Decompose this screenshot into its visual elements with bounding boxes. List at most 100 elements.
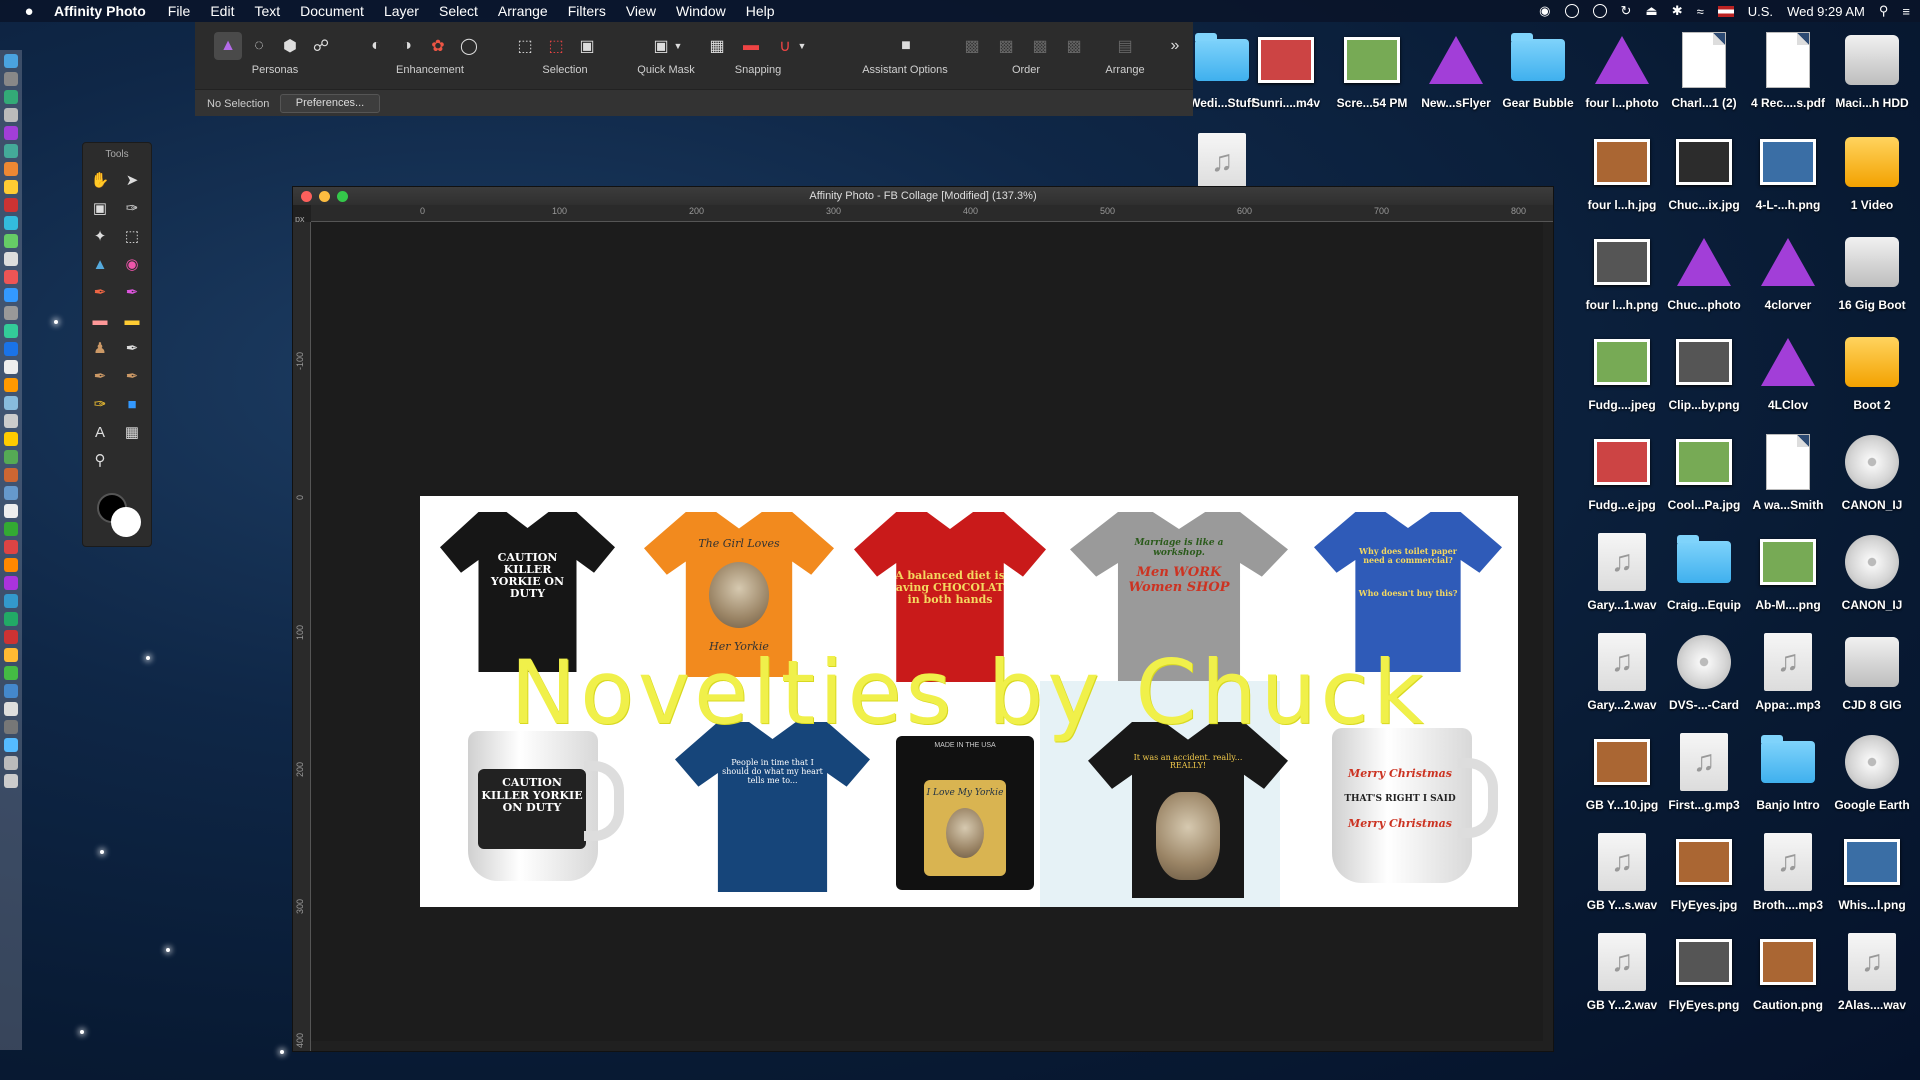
menu-view[interactable]: View	[626, 3, 656, 19]
contrast-icon[interactable]: ◑	[393, 32, 421, 60]
desktop-icon[interactable]: four l...h.jpg	[1580, 134, 1664, 212]
develop-persona-icon[interactable]: ⬢	[276, 32, 304, 60]
grid-snapping-icon[interactable]: ▦	[703, 32, 731, 60]
vertical-ruler[interactable]: -100 0 100 200 300 400	[293, 222, 311, 1051]
dock-app-icon[interactable]	[4, 162, 18, 176]
dock-app-icon[interactable]	[4, 108, 18, 122]
desktop-icon[interactable]: DVS-...-Card	[1662, 634, 1746, 712]
dock-app-icon[interactable]	[4, 468, 18, 482]
b-status-icon[interactable]	[1592, 4, 1607, 18]
dock-app-icon[interactable]	[4, 324, 18, 338]
dock-app-icon[interactable]	[4, 72, 18, 86]
secondary-color-swatch[interactable]	[111, 507, 141, 537]
dock-app-icon[interactable]	[4, 180, 18, 194]
desktop-icon[interactable]: ♫ First...g.mp3	[1662, 733, 1746, 812]
photo-persona-icon[interactable]: ▲	[214, 32, 242, 60]
desktop-icon[interactable]: four l...photo	[1580, 32, 1664, 110]
menu-file[interactable]: File	[168, 3, 191, 19]
smudge-brush-tool-icon[interactable]: ✒	[118, 335, 146, 361]
pen-tool-icon[interactable]: ✑	[86, 391, 114, 417]
flood-fill-tool-icon[interactable]: ▲	[86, 251, 114, 277]
overflow-chevron-icon[interactable]: »	[1165, 32, 1185, 60]
desktop-icon[interactable]: Cool...Pa.jpg	[1662, 434, 1746, 512]
dock-app-icon[interactable]	[4, 486, 18, 500]
dock-app-icon[interactable]	[4, 396, 18, 410]
status-icon[interactable]	[1564, 4, 1579, 18]
levels-icon[interactable]: ◐	[362, 32, 390, 60]
color-replacement-tool-icon[interactable]: ✒	[118, 279, 146, 305]
flag-icon[interactable]	[1717, 5, 1734, 17]
dock-app-icon[interactable]	[4, 630, 18, 644]
app-menu[interactable]: Affinity Photo	[54, 3, 146, 19]
dock-app-icon[interactable]	[4, 594, 18, 608]
desktop-icon[interactable]: Sunri....m4v	[1244, 32, 1328, 110]
menu-layer[interactable]: Layer	[384, 3, 419, 19]
desktop-icon[interactable]: Craig...Equip	[1662, 534, 1746, 612]
desktop-icon[interactable]: 1 Video	[1830, 134, 1914, 212]
color-swatches[interactable]	[97, 493, 141, 537]
blur-brush-tool-icon[interactable]: ✒	[86, 363, 114, 389]
quick-mask-dropdown-icon[interactable]: ▼	[671, 32, 685, 60]
input-source[interactable]: U.S.	[1748, 4, 1773, 19]
white-balance-icon[interactable]: ◯	[455, 32, 483, 60]
dodge-brush-tool-icon[interactable]: ▬	[118, 307, 146, 333]
desktop-icon[interactable]: CANON_IJ	[1830, 434, 1914, 512]
export-persona-icon[interactable]: ☍	[307, 32, 335, 60]
dock-app-icon[interactable]	[4, 684, 18, 698]
dock-app-icon[interactable]	[4, 414, 18, 428]
view-tool-hand-icon[interactable]: ✋	[86, 167, 114, 193]
deselect-icon[interactable]: ⬚	[542, 32, 570, 60]
inpainting-brush-tool-icon[interactable]: ✒	[118, 363, 146, 389]
preferences-button[interactable]: Preferences...	[280, 94, 380, 113]
snapping-dropdown-icon[interactable]: ▼	[795, 32, 809, 60]
move-front-icon[interactable]: ▩	[1060, 32, 1088, 60]
desktop-icon[interactable]: Charl...1 (2)	[1662, 32, 1746, 110]
dock-app-icon[interactable]	[4, 720, 18, 734]
menu-document[interactable]: Document	[300, 3, 364, 19]
assistant-icon[interactable]: ■	[892, 32, 920, 60]
dock-app-icon[interactable]	[4, 612, 18, 626]
dock-app-icon[interactable]	[4, 702, 18, 716]
desktop-icon[interactable]: four l...h.png	[1580, 234, 1664, 312]
trash-icon[interactable]	[4, 774, 18, 788]
dock-app-icon[interactable]	[4, 378, 18, 392]
dock-app-icon[interactable]	[4, 648, 18, 662]
clock[interactable]: Wed 9:29 AM	[1787, 4, 1865, 19]
desktop-icon[interactable]: ♫ Appa:..mp3	[1746, 633, 1830, 712]
desktop-icon[interactable]: Gear Bubble	[1496, 32, 1580, 110]
desktop-icon[interactable]: Scre...54 PM	[1330, 32, 1414, 110]
invert-selection-icon[interactable]: ▣	[573, 32, 601, 60]
menu-window[interactable]: Window	[676, 3, 726, 19]
desktop-icon[interactable]: Boot 2	[1830, 334, 1914, 412]
dock-app-icon[interactable]	[4, 432, 18, 446]
desktop-icon[interactable]: FlyEyes.png	[1662, 934, 1746, 1012]
snapping-toggle-icon[interactable]: ▬	[737, 32, 765, 60]
menu-help[interactable]: Help	[746, 3, 775, 19]
dock-app-icon[interactable]	[4, 756, 18, 770]
move-forward-icon[interactable]: ▩	[1026, 32, 1054, 60]
crop-tool-icon[interactable]: ▣	[86, 195, 114, 221]
desktop-icon[interactable]: New...sFlyer	[1414, 32, 1498, 110]
menu-select[interactable]: Select	[439, 3, 478, 19]
dock-app-icon[interactable]	[4, 144, 18, 158]
dock-app-icon[interactable]	[4, 90, 18, 104]
bluetooth-icon[interactable]: ✱	[1672, 3, 1683, 19]
desktop-icon[interactable]: GB Y...10.jpg	[1580, 734, 1664, 812]
desktop-icon[interactable]: Fudg...e.jpg	[1580, 434, 1664, 512]
desktop-icon[interactable]: 4-L-...h.png	[1746, 134, 1830, 212]
desktop-icon[interactable]: Chuc...photo	[1662, 234, 1746, 312]
color-balance-icon[interactable]: ✿	[424, 32, 452, 60]
move-tool-icon[interactable]: ➤	[118, 167, 146, 193]
desktop-icon[interactable]: CJD 8 GIG	[1830, 634, 1914, 712]
zoom-tool-icon[interactable]: ⚲	[86, 447, 114, 473]
text-tool-icon[interactable]: A	[86, 419, 114, 445]
desktop-icon[interactable]: ♫ Broth....mp3	[1746, 833, 1830, 912]
desktop-icon[interactable]: ♫ Gary...1.wav	[1580, 533, 1664, 612]
dock-app-icon[interactable]	[4, 558, 18, 572]
selection-brush-tool-icon[interactable]: ✦	[86, 223, 114, 249]
desktop-icon[interactable]: Fudg....jpeg	[1580, 334, 1664, 412]
rectangle-tool-icon[interactable]: ■	[118, 391, 146, 417]
dock-app-icon[interactable]	[4, 234, 18, 248]
desktop-icon[interactable]: Maci...h HDD	[1830, 32, 1914, 110]
gradient-tool-icon[interactable]: ◉	[118, 251, 146, 277]
